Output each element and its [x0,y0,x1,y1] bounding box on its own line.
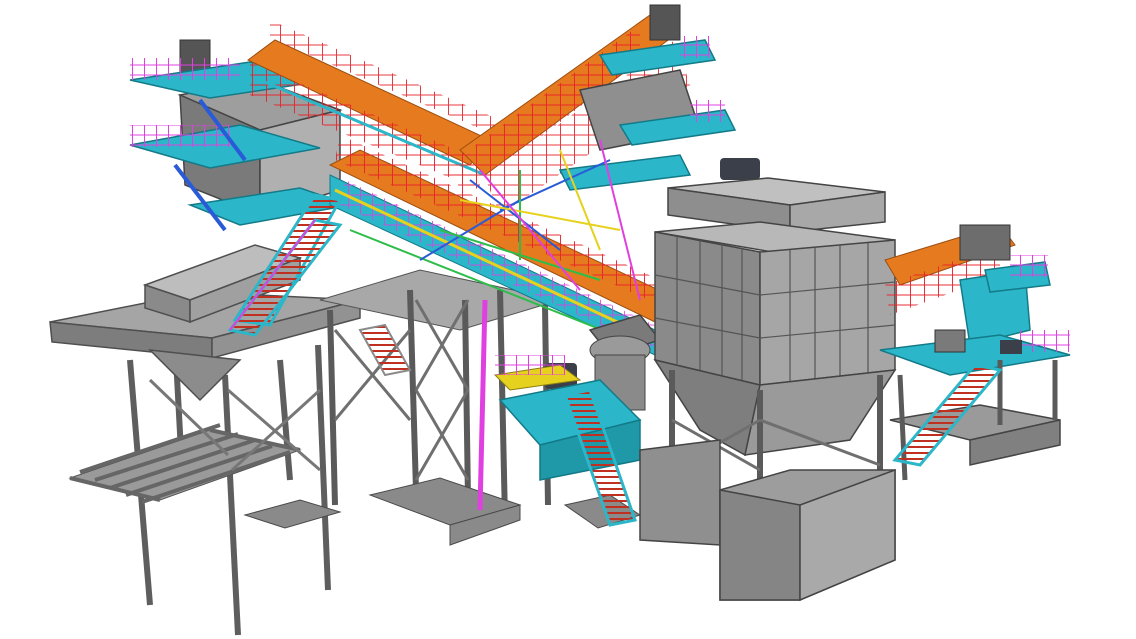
plant-model-canvas [0,0,1136,639]
central-bin-silo [639,177,897,602]
crusher-unit [493,314,662,527]
right-conveyor-and-platform [879,224,1071,481]
plant-3d-model [49,4,1071,636]
left-feed-hopper [49,244,361,402]
